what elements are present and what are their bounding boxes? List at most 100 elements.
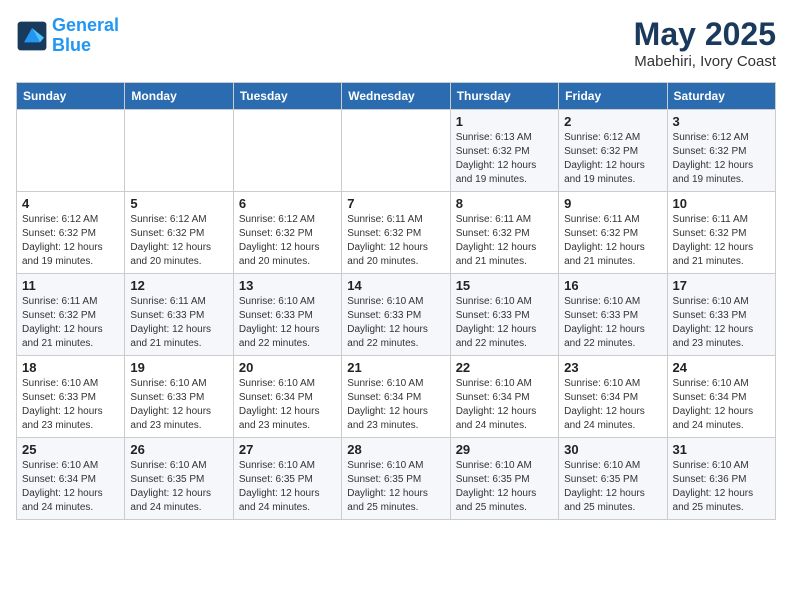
day-number: 29 bbox=[456, 442, 553, 457]
calendar-cell: 2 Sunrise: 6:12 AM Sunset: 6:32 PM Daylig… bbox=[559, 110, 667, 192]
calendar-cell: 11Sunrise: 6:11 AM Sunset: 6:32 PM Dayli… bbox=[17, 274, 125, 356]
day-number: 25 bbox=[22, 442, 119, 457]
calendar-cell bbox=[342, 110, 450, 192]
calendar-table: SundayMondayTuesdayWednesdayThursdayFrid… bbox=[16, 82, 776, 520]
day-info: Sunrise: 6:13 AM Sunset: 6:32 PM Dayligh… bbox=[456, 131, 553, 187]
calendar-cell bbox=[125, 110, 233, 192]
logo-text: General Blue bbox=[52, 16, 119, 56]
day-info: Sunrise: 6:12 AM Sunset: 6:32 PM Dayligh… bbox=[239, 213, 336, 269]
calendar-cell: 6Sunrise: 6:12 AM Sunset: 6:32 PM Daylig… bbox=[233, 192, 341, 274]
day-info: Sunrise: 6:10 AM Sunset: 6:35 PM Dayligh… bbox=[239, 459, 336, 515]
weekday-header: Wednesday bbox=[342, 83, 450, 110]
calendar-cell: 15 Sunrise: 6:10 AM Sunset: 6:33 PM Dayli… bbox=[450, 274, 558, 356]
day-number: 4 bbox=[22, 196, 119, 211]
weekday-header: Sunday bbox=[17, 83, 125, 110]
day-number: 20 bbox=[239, 360, 336, 375]
logo-line1: General bbox=[52, 15, 119, 35]
day-number: 10 bbox=[673, 196, 770, 211]
calendar-cell: 14 Sunrise: 6:10 AM Sunset: 6:33 PM Dayli… bbox=[342, 274, 450, 356]
weekday-header: Saturday bbox=[667, 83, 775, 110]
calendar-cell: 3Sunrise: 6:12 AM Sunset: 6:32 PM Daylig… bbox=[667, 110, 775, 192]
day-info: Sunrise: 6:11 AM Sunset: 6:32 PM Dayligh… bbox=[347, 213, 444, 269]
logo-line2: Blue bbox=[52, 35, 91, 55]
calendar-week-row: 11Sunrise: 6:11 AM Sunset: 6:32 PM Dayli… bbox=[17, 274, 776, 356]
day-info: Sunrise: 6:11 AM Sunset: 6:32 PM Dayligh… bbox=[456, 213, 553, 269]
day-number: 13 bbox=[239, 278, 336, 293]
calendar-cell: 21 Sunrise: 6:10 AM Sunset: 6:34 PM Dayli… bbox=[342, 356, 450, 438]
day-number: 24 bbox=[673, 360, 770, 375]
day-number: 26 bbox=[130, 442, 227, 457]
day-number: 15 bbox=[456, 278, 553, 293]
day-info: Sunrise: 6:10 AM Sunset: 6:34 PM Dayligh… bbox=[239, 377, 336, 433]
day-number: 14 bbox=[347, 278, 444, 293]
calendar-cell: 1Sunrise: 6:13 AM Sunset: 6:32 PM Daylig… bbox=[450, 110, 558, 192]
calendar-cell: 7Sunrise: 6:11 AM Sunset: 6:32 PM Daylig… bbox=[342, 192, 450, 274]
calendar-cell: 25 Sunrise: 6:10 AM Sunset: 6:34 PM Dayli… bbox=[17, 438, 125, 520]
day-info: Sunrise: 6:10 AM Sunset: 6:34 PM Dayligh… bbox=[456, 377, 553, 433]
weekday-row: SundayMondayTuesdayWednesdayThursdayFrid… bbox=[17, 83, 776, 110]
calendar-cell: 24 Sunrise: 6:10 AM Sunset: 6:34 PM Dayli… bbox=[667, 356, 775, 438]
day-info: Sunrise: 6:11 AM Sunset: 6:32 PM Dayligh… bbox=[673, 213, 770, 269]
calendar-cell bbox=[233, 110, 341, 192]
day-info: Sunrise: 6:10 AM Sunset: 6:35 PM Dayligh… bbox=[456, 459, 553, 515]
day-number: 23 bbox=[564, 360, 661, 375]
calendar-cell: 16 Sunrise: 6:10 AM Sunset: 6:33 PM Dayli… bbox=[559, 274, 667, 356]
day-info: Sunrise: 6:10 AM Sunset: 6:34 PM Dayligh… bbox=[673, 377, 770, 433]
calendar-cell: 4 Sunrise: 6:12 AM Sunset: 6:32 PM Daylig… bbox=[17, 192, 125, 274]
day-info: Sunrise: 6:11 AM Sunset: 6:32 PM Dayligh… bbox=[564, 213, 661, 269]
calendar-cell: 29 Sunrise: 6:10 AM Sunset: 6:35 PM Dayli… bbox=[450, 438, 558, 520]
day-info: Sunrise: 6:12 AM Sunset: 6:32 PM Dayligh… bbox=[130, 213, 227, 269]
calendar-cell: 9Sunrise: 6:11 AM Sunset: 6:32 PM Daylig… bbox=[559, 192, 667, 274]
day-info: Sunrise: 6:10 AM Sunset: 6:34 PM Dayligh… bbox=[347, 377, 444, 433]
day-info: Sunrise: 6:10 AM Sunset: 6:33 PM Dayligh… bbox=[347, 295, 444, 351]
weekday-header: Tuesday bbox=[233, 83, 341, 110]
day-info: Sunrise: 6:10 AM Sunset: 6:34 PM Dayligh… bbox=[564, 377, 661, 433]
calendar-cell: 10 Sunrise: 6:11 AM Sunset: 6:32 PM Dayli… bbox=[667, 192, 775, 274]
calendar-cell: 23 Sunrise: 6:10 AM Sunset: 6:34 PM Dayli… bbox=[559, 356, 667, 438]
calendar-cell: 8 Sunrise: 6:11 AM Sunset: 6:32 PM Daylig… bbox=[450, 192, 558, 274]
calendar-cell: 17 Sunrise: 6:10 AM Sunset: 6:33 PM Dayli… bbox=[667, 274, 775, 356]
day-info: Sunrise: 6:10 AM Sunset: 6:33 PM Dayligh… bbox=[239, 295, 336, 351]
day-number: 2 bbox=[564, 114, 661, 129]
logo-icon bbox=[16, 20, 48, 52]
calendar-cell: 12Sunrise: 6:11 AM Sunset: 6:33 PM Dayli… bbox=[125, 274, 233, 356]
page-header: General Blue May 2025 Mabehiri, Ivory Co… bbox=[16, 16, 776, 70]
calendar-week-row: 4 Sunrise: 6:12 AM Sunset: 6:32 PM Daylig… bbox=[17, 192, 776, 274]
calendar-week-row: 1Sunrise: 6:13 AM Sunset: 6:32 PM Daylig… bbox=[17, 110, 776, 192]
day-info: Sunrise: 6:11 AM Sunset: 6:33 PM Dayligh… bbox=[130, 295, 227, 351]
logo: General Blue bbox=[16, 16, 119, 56]
day-info: Sunrise: 6:12 AM Sunset: 6:32 PM Dayligh… bbox=[564, 131, 661, 187]
calendar-title: May 2025 bbox=[634, 16, 776, 53]
calendar-cell: 30Sunrise: 6:10 AM Sunset: 6:35 PM Dayli… bbox=[559, 438, 667, 520]
calendar-cell: 5Sunrise: 6:12 AM Sunset: 6:32 PM Daylig… bbox=[125, 192, 233, 274]
day-number: 17 bbox=[673, 278, 770, 293]
day-info: Sunrise: 6:10 AM Sunset: 6:33 PM Dayligh… bbox=[673, 295, 770, 351]
calendar-week-row: 18 Sunrise: 6:10 AM Sunset: 6:33 PM Dayli… bbox=[17, 356, 776, 438]
calendar-header: SundayMondayTuesdayWednesdayThursdayFrid… bbox=[17, 83, 776, 110]
calendar-body: 1Sunrise: 6:13 AM Sunset: 6:32 PM Daylig… bbox=[17, 110, 776, 520]
day-info: Sunrise: 6:10 AM Sunset: 6:35 PM Dayligh… bbox=[130, 459, 227, 515]
day-info: Sunrise: 6:12 AM Sunset: 6:32 PM Dayligh… bbox=[22, 213, 119, 269]
calendar-cell: 31Sunrise: 6:10 AM Sunset: 6:36 PM Dayli… bbox=[667, 438, 775, 520]
day-info: Sunrise: 6:10 AM Sunset: 6:36 PM Dayligh… bbox=[673, 459, 770, 515]
day-number: 16 bbox=[564, 278, 661, 293]
day-number: 22 bbox=[456, 360, 553, 375]
day-info: Sunrise: 6:10 AM Sunset: 6:33 PM Dayligh… bbox=[564, 295, 661, 351]
day-number: 27 bbox=[239, 442, 336, 457]
day-number: 19 bbox=[130, 360, 227, 375]
day-info: Sunrise: 6:10 AM Sunset: 6:33 PM Dayligh… bbox=[456, 295, 553, 351]
day-info: Sunrise: 6:10 AM Sunset: 6:35 PM Dayligh… bbox=[347, 459, 444, 515]
day-number: 18 bbox=[22, 360, 119, 375]
calendar-cell bbox=[17, 110, 125, 192]
day-info: Sunrise: 6:10 AM Sunset: 6:34 PM Dayligh… bbox=[22, 459, 119, 515]
calendar-week-row: 25 Sunrise: 6:10 AM Sunset: 6:34 PM Dayli… bbox=[17, 438, 776, 520]
day-number: 8 bbox=[456, 196, 553, 211]
title-block: May 2025 Mabehiri, Ivory Coast bbox=[634, 16, 776, 70]
day-info: Sunrise: 6:10 AM Sunset: 6:33 PM Dayligh… bbox=[22, 377, 119, 433]
calendar-cell: 28Sunrise: 6:10 AM Sunset: 6:35 PM Dayli… bbox=[342, 438, 450, 520]
day-number: 21 bbox=[347, 360, 444, 375]
calendar-cell: 27 Sunrise: 6:10 AM Sunset: 6:35 PM Dayli… bbox=[233, 438, 341, 520]
day-info: Sunrise: 6:10 AM Sunset: 6:33 PM Dayligh… bbox=[130, 377, 227, 433]
calendar-cell: 19 Sunrise: 6:10 AM Sunset: 6:33 PM Dayli… bbox=[125, 356, 233, 438]
calendar-cell: 18 Sunrise: 6:10 AM Sunset: 6:33 PM Dayli… bbox=[17, 356, 125, 438]
